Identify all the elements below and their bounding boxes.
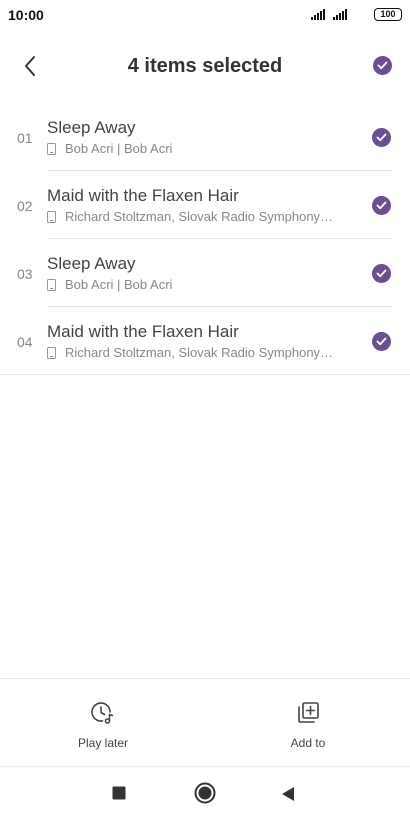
selected-checkbox[interactable] [372, 128, 391, 147]
song-title: Maid with the Flaxen Hair [47, 322, 239, 341]
checkmark-icon [376, 269, 387, 278]
status-bar: 10:00 100 [0, 0, 410, 30]
square-icon [112, 786, 126, 800]
song-subtitle: Richard Stoltzman, Slovak Radio Symphony… [47, 209, 357, 224]
song-row[interactable]: 03 Sleep Away Bob Acri | Bob Acri [0, 239, 410, 307]
song-subtitle: Richard Stoltzman, Slovak Radio Symphony… [47, 345, 357, 360]
checkmark-icon [376, 337, 387, 346]
phone-storage-icon [47, 210, 56, 223]
selected-checkbox[interactable] [372, 196, 391, 215]
track-number: 02 [17, 198, 33, 214]
checkmark-icon [376, 201, 387, 210]
phone-storage-icon [47, 346, 56, 359]
checkmark-icon [376, 133, 387, 142]
back-nav-button[interactable] [281, 786, 295, 802]
song-row[interactable]: 02 Maid with the Flaxen Hair Richard Sto… [0, 171, 410, 239]
selected-checkbox[interactable] [372, 264, 391, 283]
clock-music-icon [91, 702, 114, 724]
select-all-checkbox[interactable] [373, 56, 392, 75]
add-to-label: Add to [290, 736, 326, 750]
add-to-button[interactable]: Add to [258, 699, 358, 750]
phone-storage-icon [47, 142, 56, 155]
selected-checkbox[interactable] [372, 332, 391, 351]
track-number: 01 [17, 130, 33, 146]
recents-button[interactable] [112, 786, 126, 800]
status-time: 10:00 [8, 7, 44, 23]
song-artist: Bob Acri | Bob Acri [65, 141, 173, 156]
page-title: 4 items selected [127, 55, 283, 77]
song-artist: Bob Acri | Bob Acri [65, 277, 173, 292]
song-row[interactable]: 01 Sleep Away Bob Acri | Bob Acri [0, 103, 410, 171]
song-row[interactable]: 04 Maid with the Flaxen Hair Richard Sto… [0, 307, 410, 375]
song-artist: Richard Stoltzman, Slovak Radio Symphony… [65, 209, 334, 224]
track-number: 04 [17, 334, 33, 350]
home-circle-icon [194, 782, 216, 804]
song-title: Sleep Away [47, 254, 136, 273]
phone-storage-icon [47, 278, 56, 291]
track-number: 03 [17, 266, 33, 282]
signal-icon-1 [311, 9, 325, 20]
song-list: 01 Sleep Away Bob Acri | Bob Acri 02 Mai… [0, 103, 410, 375]
list-bottom-divider [0, 374, 410, 375]
play-later-button[interactable]: Play later [53, 699, 153, 750]
system-nav-bar [0, 766, 410, 820]
battery-icon: 100 [374, 8, 402, 21]
checkmark-icon [377, 61, 388, 70]
song-title: Sleep Away [47, 118, 136, 137]
selection-header: 4 items selected [0, 44, 410, 88]
play-later-label: Play later [77, 736, 129, 750]
signal-icon-2 [333, 9, 347, 20]
song-subtitle: Bob Acri | Bob Acri [47, 141, 357, 156]
home-button[interactable] [194, 782, 216, 804]
song-title: Maid with the Flaxen Hair [47, 186, 239, 205]
song-subtitle: Bob Acri | Bob Acri [47, 277, 357, 292]
triangle-back-icon [282, 787, 294, 801]
add-to-playlist-icon [298, 702, 319, 723]
song-artist: Richard Stoltzman, Slovak Radio Symphony… [65, 345, 334, 360]
action-bar: Play later Add to [0, 678, 410, 766]
